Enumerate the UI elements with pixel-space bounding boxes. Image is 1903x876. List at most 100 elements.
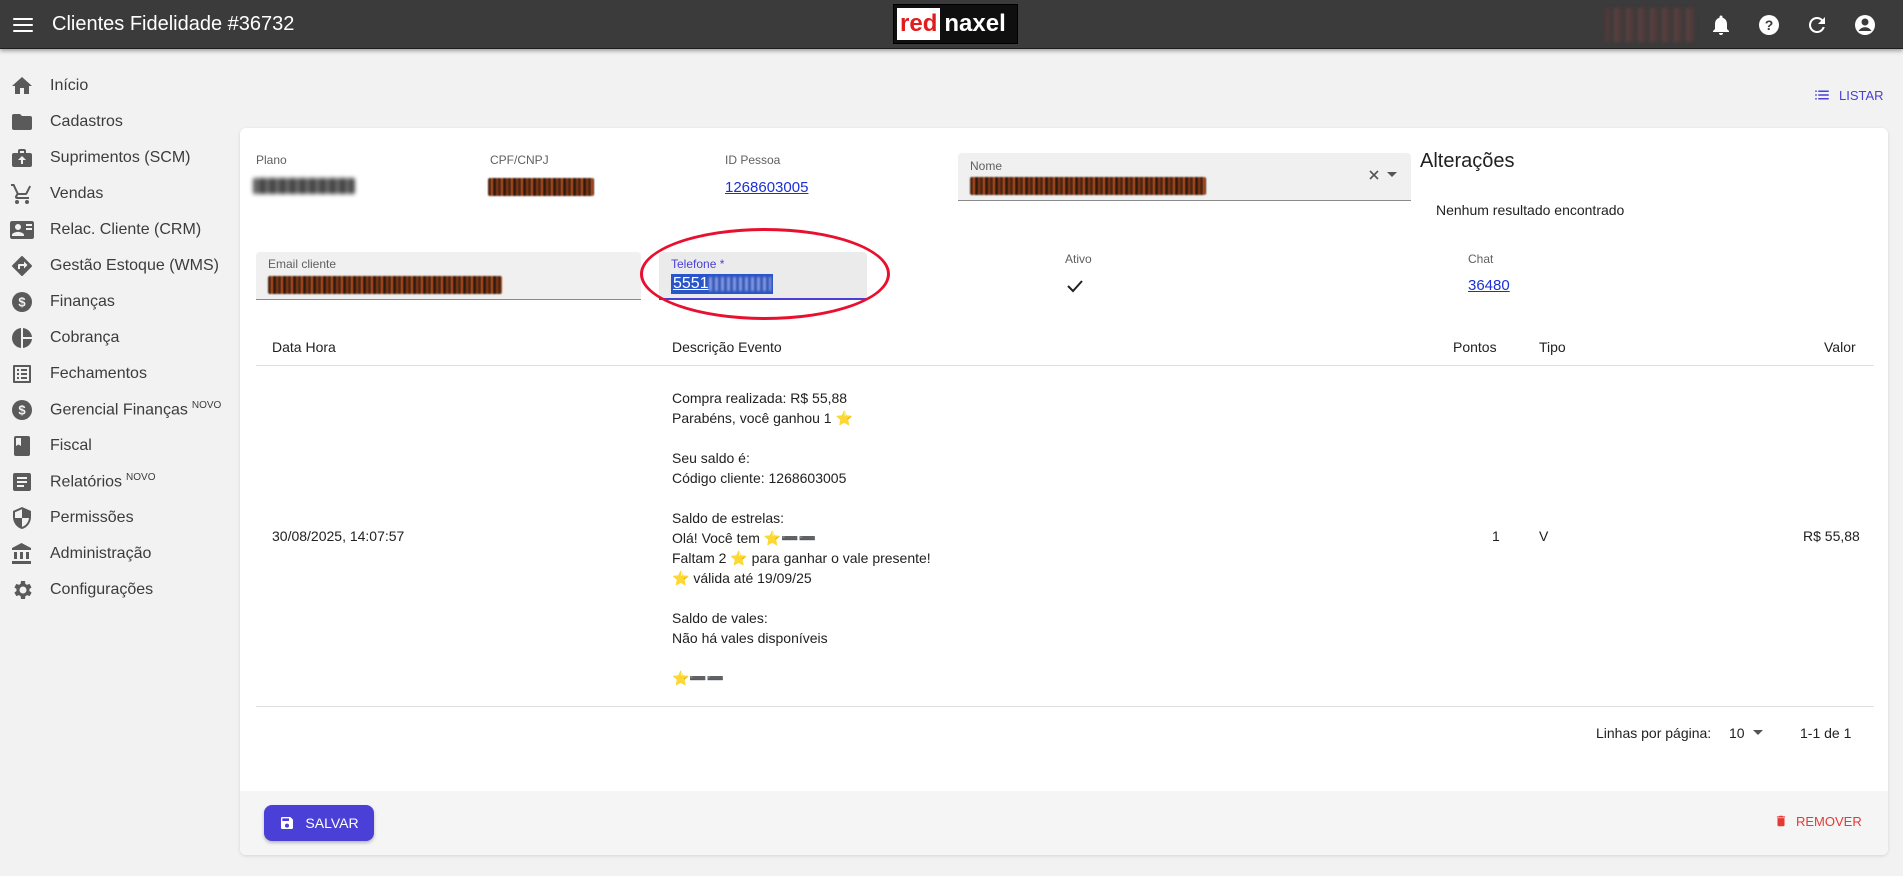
sidebar-item-cobranca[interactable]: Cobrança	[0, 320, 232, 356]
email-field[interactable]: Email cliente	[256, 252, 641, 300]
descricao-line	[672, 588, 931, 608]
svg-text:$: $	[18, 403, 26, 418]
highlight-annotation-circle	[640, 228, 890, 320]
sidebar-item-label: Vendas	[50, 185, 104, 202]
user-name-redacted	[1605, 8, 1697, 42]
logo-naxel-text: naxel	[944, 10, 1006, 37]
sidebar-item-label: Relac. Cliente (CRM)	[50, 221, 202, 238]
sidebar-item-gestao-estoque-wms[interactable]: Gestão Estoque (WMS)	[0, 248, 232, 284]
descricao-line: Parabéns, você ganhou 1 ⭐	[672, 410, 853, 426]
main-card	[240, 128, 1888, 855]
bell-icon[interactable]	[1709, 13, 1733, 37]
rows-per-page-label: Linhas por página:	[1596, 725, 1712, 741]
sidebar-item-vendas[interactable]: Vendas	[0, 176, 232, 212]
shield-icon	[13, 507, 31, 529]
chevron-down-icon[interactable]	[1386, 171, 1398, 179]
descricao-line: Não há vales disponíveis	[672, 630, 828, 646]
plano-label: Plano	[256, 153, 287, 167]
rows-per-page-value: 10	[1729, 725, 1745, 741]
chat-label: Chat	[1468, 252, 1494, 266]
cart-icon	[11, 184, 31, 204]
dollar-circle-icon: $	[12, 400, 32, 420]
nome-field[interactable]: Nome	[958, 153, 1411, 201]
col-header-pontos[interactable]: Pontos	[1453, 339, 1497, 355]
sidebar-item-fechamentos[interactable]: Fechamentos	[0, 356, 232, 392]
col-header-valor[interactable]: Valor	[1824, 339, 1856, 355]
dollar-circle-icon: $	[12, 292, 32, 312]
sidebar-item-label: Relatórios	[50, 473, 123, 491]
sidebar-item-label: Administração	[50, 545, 152, 562]
col-header-tipo[interactable]: Tipo	[1539, 339, 1566, 355]
sidebar-item-relac-cliente-crm[interactable]: Relac. Cliente (CRM)	[0, 212, 232, 248]
pagination-range: 1-1 de 1	[1800, 725, 1852, 741]
id-pessoa-label: ID Pessoa	[725, 153, 781, 167]
top-app-bar: Clientes Fidelidade #36732 red naxel ?	[0, 0, 1903, 49]
refresh-icon[interactable]	[1805, 13, 1829, 37]
sidebar-item-label: Início	[50, 77, 89, 94]
page-title: Clientes Fidelidade #36732	[52, 13, 295, 35]
sidebar-item-label: Gerencial Finanças	[50, 401, 188, 419]
sidebar-item-fiscal[interactable]: Fiscal	[0, 428, 232, 464]
document-icon	[13, 473, 31, 491]
sidebar-item-label: Fechamentos	[50, 365, 147, 382]
listar-button[interactable]: LISTAR	[1813, 86, 1884, 104]
sidebar-item-label: Permissões	[50, 509, 134, 526]
clear-icon[interactable]	[1368, 169, 1380, 181]
sidebar-item-suprimentos-scm[interactable]: Suprimentos (SCM)	[0, 140, 232, 176]
descricao-line: Compra realizada: R$ 55,88	[672, 390, 848, 406]
card-footer	[240, 791, 1888, 855]
sidebar-item-label: Finanças	[50, 293, 115, 310]
alteracoes-empty-message: Nenhum resultado encontrado	[1436, 202, 1625, 218]
sidebar-item-inicio[interactable]: Início	[0, 68, 232, 104]
sidebar-nav: Início Cadastros Suprimentos (SCM) Vendas Re…	[0, 68, 232, 608]
salvar-button[interactable]: SALVAR	[264, 805, 374, 841]
rednaxel-logo: red naxel	[893, 4, 1018, 44]
descricao-line: Saldo de vales:	[672, 610, 768, 626]
sidebar-item-administracao[interactable]: Administração	[0, 536, 232, 572]
table-header-divider	[256, 365, 1874, 366]
descricao-line: Olá! Você tem ⭐➖➖	[672, 530, 817, 546]
nome-value-redacted	[970, 177, 1206, 195]
col-header-data-hora[interactable]: Data Hora	[272, 339, 336, 355]
rows-per-page-select[interactable]: 10	[1729, 725, 1763, 741]
col-header-descricao[interactable]: Descrição Evento	[672, 339, 782, 355]
cpf-value-redacted	[488, 178, 594, 196]
descricao-line: Faltam 2 ⭐ para ganhar o vale presente!	[672, 550, 931, 566]
suprimentos-icon	[12, 149, 32, 167]
sidebar-item-cadastros[interactable]: Cadastros	[0, 104, 232, 140]
home-icon	[12, 77, 32, 94]
sidebar-item-configuracoes[interactable]: Configurações	[0, 572, 232, 608]
sidebar-item-permissoes[interactable]: Permissões	[0, 500, 232, 536]
chevron-down-icon	[1752, 730, 1763, 735]
contact-card-icon	[10, 221, 34, 239]
menu-icon[interactable]	[10, 12, 36, 38]
sidebar-item-label: Cadastros	[50, 113, 123, 130]
check-icon	[1067, 280, 1083, 293]
sidebar-item-label-wrap: Relatórios NOVO	[50, 472, 155, 491]
descricao-line: Saldo de estrelas:	[672, 510, 785, 526]
cpf-label: CPF/CNPJ	[490, 153, 549, 167]
sidebar-item-relatorios[interactable]: Relatórios NOVO	[0, 464, 232, 500]
gear-icon	[14, 581, 32, 599]
remover-label: REMOVER	[1796, 813, 1862, 829]
email-value-redacted	[268, 276, 502, 294]
folder-icon	[12, 114, 32, 130]
cell-tipo: V	[1539, 528, 1549, 544]
remover-button[interactable]: REMOVER	[1774, 813, 1862, 829]
table-row-divider	[256, 706, 1874, 707]
bank-icon	[12, 543, 31, 564]
alteracoes-title: Alterações	[1420, 150, 1515, 172]
id-pessoa-link[interactable]: 1268603005	[725, 179, 808, 196]
sidebar-item-label: Suprimentos (SCM)	[50, 149, 191, 166]
chat-link[interactable]: 36480	[1468, 277, 1510, 294]
plano-value-redacted	[253, 178, 355, 194]
cell-data-hora: 30/08/2025, 14:07:57	[272, 528, 405, 544]
svg-text:?: ?	[1765, 17, 1774, 33]
sidebar-item-financas[interactable]: $ Finanças	[0, 284, 232, 320]
sidebar-item-label: Fiscal	[50, 437, 92, 454]
account-icon[interactable]	[1853, 13, 1877, 37]
sidebar-item-gerencial-financas[interactable]: $ Gerencial Finanças NOVO	[0, 392, 232, 428]
descricao-line	[672, 648, 931, 668]
help-icon[interactable]: ?	[1757, 13, 1781, 37]
descricao-line: Código cliente: 1268603005	[672, 470, 847, 486]
